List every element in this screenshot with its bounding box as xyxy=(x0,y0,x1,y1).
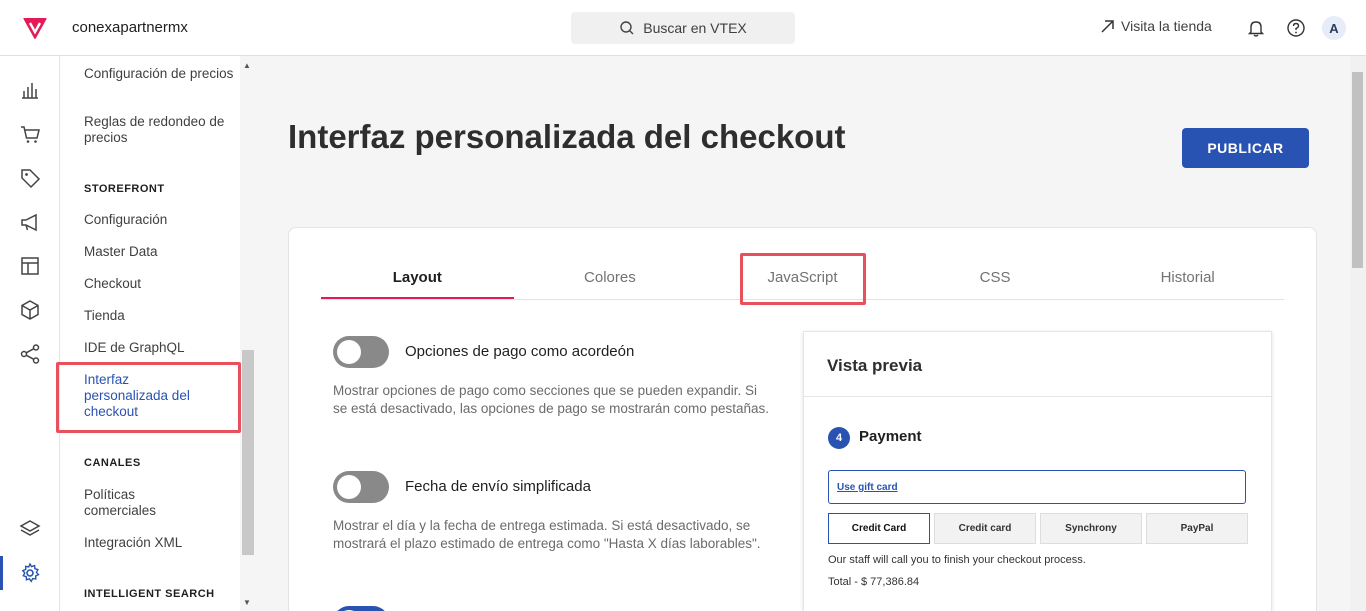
nav-highlight-box xyxy=(56,362,241,433)
bar-chart-icon[interactable] xyxy=(19,79,41,101)
tab-highlight-box xyxy=(740,253,866,305)
visit-store-link[interactable]: Visita la tienda xyxy=(1100,18,1212,34)
tab-history[interactable]: Historial xyxy=(1091,260,1284,299)
accordion-description: Mostrar opciones de pago como secciones … xyxy=(333,383,770,416)
preview-title: Vista previa xyxy=(827,356,923,375)
megaphone-icon[interactable] xyxy=(19,211,41,233)
active-rail-indicator xyxy=(0,556,3,590)
shipping-date-label: Fecha de envío simplificada xyxy=(405,478,591,495)
layout-icon[interactable] xyxy=(19,255,41,277)
accordion-toggle[interactable] xyxy=(333,336,389,368)
arrow-up-right-icon xyxy=(1101,19,1114,33)
account-name[interactable]: conexapartnermx xyxy=(72,19,188,36)
tab-colors[interactable]: Colores xyxy=(514,260,707,299)
nav-section-storefront: STOREFRONT xyxy=(84,183,165,195)
nav-item-price-config[interactable]: Configuración de precios xyxy=(84,66,234,82)
nav-item-graphql-ide[interactable]: IDE de GraphQL xyxy=(84,340,234,356)
box-icon[interactable] xyxy=(19,299,41,321)
scroll-up-icon[interactable]: ▲ xyxy=(243,61,251,70)
nav-item-trade-policies[interactable]: Políticas comerciales xyxy=(84,487,194,519)
preview-divider xyxy=(804,396,1271,397)
vtex-logo-icon[interactable] xyxy=(22,15,48,41)
scroll-down-icon[interactable]: ▼ xyxy=(243,598,251,607)
gear-icon[interactable] xyxy=(19,562,41,584)
top-bar: conexapartnermx Buscar en VTEX Visita la… xyxy=(0,0,1366,56)
layers-icon[interactable] xyxy=(19,518,41,540)
cart-icon[interactable] xyxy=(19,123,41,145)
shipping-date-description: Mostrar el día y la fecha de entrega est… xyxy=(333,518,761,551)
shipping-date-toggle[interactable] xyxy=(333,471,389,503)
page-title: Interfaz personalizada del checkout xyxy=(288,118,846,155)
visit-store-label: Visita la tienda xyxy=(1121,18,1212,34)
settings-nav: Configuración de precios Reglas de redon… xyxy=(60,56,256,611)
help-icon[interactable] xyxy=(1286,18,1306,38)
tag-icon[interactable] xyxy=(19,167,41,189)
nav-section-intelligent-search: INTELLIGENT SEARCH xyxy=(84,588,215,600)
share-icon[interactable] xyxy=(19,343,41,365)
accordion-label: Opciones de pago como acordeón xyxy=(405,343,635,360)
gift-card-box[interactable]: Use gift card xyxy=(828,470,1246,504)
nav-item-checkout[interactable]: Checkout xyxy=(84,276,234,292)
search-icon xyxy=(620,21,634,35)
nav-scrollbar-thumb[interactable] xyxy=(242,350,254,555)
gift-card-link[interactable]: Use gift card xyxy=(837,482,898,493)
pay-tab-credit-card[interactable]: Credit Card xyxy=(828,513,930,544)
payment-title: Payment xyxy=(859,428,922,445)
avatar[interactable]: A xyxy=(1322,16,1346,40)
icon-rail xyxy=(0,56,60,611)
payment-method-tabs: Credit Card Credit card Synchrony PayPal xyxy=(828,513,1248,544)
order-total: Total - $ 77,386.84 xyxy=(828,576,920,588)
tab-layout[interactable]: Layout xyxy=(321,260,514,299)
step-number-badge: 4 xyxy=(828,427,850,449)
nav-item-rounding-rules[interactable]: Reglas de redondeo de precios xyxy=(84,114,234,146)
tab-css[interactable]: CSS xyxy=(899,260,1092,299)
nav-item-configuration[interactable]: Configuración xyxy=(84,212,234,228)
nav-section-canales: CANALES xyxy=(84,457,141,469)
bell-icon[interactable] xyxy=(1246,18,1266,38)
nav-item-xml-integration[interactable]: Integración XML xyxy=(84,535,234,551)
search-bar[interactable]: Buscar en VTEX xyxy=(571,12,795,44)
pay-tab-paypal[interactable]: PayPal xyxy=(1146,513,1248,544)
staff-note: Our staff will call you to finish your c… xyxy=(828,554,1086,566)
page-scrollbar-thumb[interactable] xyxy=(1352,72,1363,268)
preview-panel: Vista previa 4 Payment Use gift card Cre… xyxy=(803,331,1272,611)
pay-tab-credit-card-2[interactable]: Credit card xyxy=(934,513,1036,544)
search-placeholder: Buscar en VTEX xyxy=(643,20,747,36)
nav-item-master-data[interactable]: Master Data xyxy=(84,244,234,260)
pay-tab-synchrony[interactable]: Synchrony xyxy=(1040,513,1142,544)
nav-item-store[interactable]: Tienda xyxy=(84,308,234,324)
publish-button[interactable]: PUBLICAR xyxy=(1182,128,1309,168)
